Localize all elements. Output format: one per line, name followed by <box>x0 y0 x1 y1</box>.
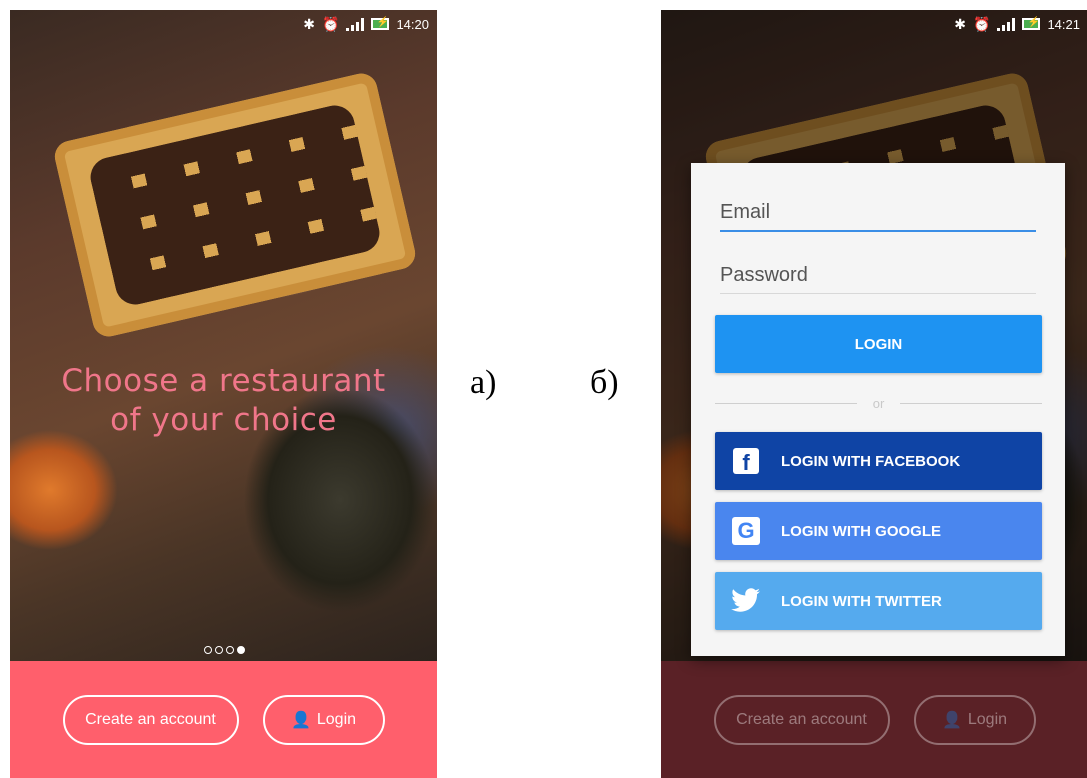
google-label: LOGIN WITH GOOGLE <box>781 522 941 540</box>
tagline: Choose a restaurant of your choice <box>10 362 437 440</box>
bottom-action-bar: Create an account 👤 Login <box>661 661 1087 778</box>
carousel-dot[interactable] <box>215 646 223 654</box>
status-bar: ✱ ⏰ 14:21 <box>661 10 1087 38</box>
login-label: Login <box>316 710 357 728</box>
login-button[interactable]: 👤 Login <box>262 694 385 745</box>
email-field[interactable]: Email <box>720 201 1036 232</box>
twitter-label: LOGIN WITH TWITTER <box>781 592 942 610</box>
carousel-indicator <box>204 646 245 654</box>
phone-screen-a: ✱ ⏰ 14:20 Choose a restaurant of your ch… <box>10 10 437 778</box>
user-icon: 👤 <box>941 711 962 729</box>
login-google-button[interactable]: G LOGIN WITH GOOGLE <box>715 502 1042 560</box>
carousel-dot[interactable] <box>204 646 212 654</box>
login-twitter-button[interactable]: LOGIN WITH TWITTER <box>715 572 1042 630</box>
caption-b: б) <box>590 364 619 401</box>
password-placeholder: Password <box>720 264 808 286</box>
signal-icon <box>997 17 1016 31</box>
facebook-icon: f <box>726 441 766 481</box>
create-account-button[interactable]: Create an account <box>713 694 890 745</box>
carousel-dot-active[interactable] <box>237 646 245 654</box>
login-facebook-button[interactable]: f LOGIN WITH FACEBOOK <box>715 432 1042 490</box>
email-placeholder: Email <box>720 201 771 223</box>
carousel-dot[interactable] <box>226 646 234 654</box>
google-icon: G <box>726 511 766 551</box>
status-bar: ✱ ⏰ 14:20 <box>10 10 437 38</box>
signal-icon <box>346 17 365 31</box>
bottom-action-bar: Create an account 👤 Login <box>10 661 437 778</box>
alarm-icon: ⏰ <box>973 16 991 32</box>
battery-icon <box>371 17 390 30</box>
password-field[interactable]: Password <box>720 264 1036 294</box>
login-dialog: Email Password LOGIN or f LOGIN WITH FAC… <box>691 163 1065 656</box>
login-label: Login <box>967 710 1008 728</box>
user-icon: 👤 <box>290 711 311 729</box>
create-account-label: Create an account <box>736 710 867 728</box>
tagline-line-2: of your choice <box>110 402 337 438</box>
divider-line <box>715 403 857 404</box>
bluetooth-icon: ✱ <box>303 16 316 32</box>
status-time: 14:20 <box>396 16 429 32</box>
tagline-line-1: Choose a restaurant <box>61 363 386 399</box>
phone-screen-b: ✱ ⏰ 14:21 Create an account 👤 Login Emai… <box>661 10 1087 778</box>
login-button[interactable]: 👤 Login <box>913 694 1036 745</box>
create-account-label: Create an account <box>85 710 216 728</box>
or-label: or <box>872 396 885 411</box>
status-time: 14:21 <box>1047 16 1080 32</box>
or-divider: or <box>715 396 1042 411</box>
submit-login-label: LOGIN <box>854 335 903 353</box>
facebook-label: LOGIN WITH FACEBOOK <box>781 452 961 470</box>
submit-login-button[interactable]: LOGIN <box>715 315 1042 373</box>
alarm-icon: ⏰ <box>322 16 340 32</box>
caption-a: а) <box>470 364 497 401</box>
create-account-button[interactable]: Create an account <box>62 694 239 745</box>
divider-line <box>900 403 1042 404</box>
bluetooth-icon: ✱ <box>954 16 967 32</box>
food-background-image <box>10 10 437 661</box>
twitter-icon <box>726 581 766 621</box>
battery-icon <box>1022 17 1041 30</box>
